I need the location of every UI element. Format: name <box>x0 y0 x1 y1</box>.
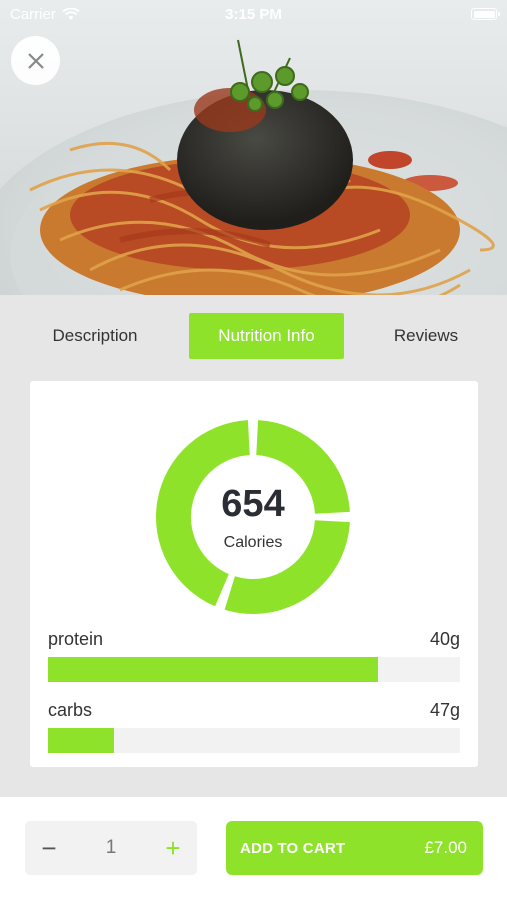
tab-description[interactable]: Description <box>38 313 152 359</box>
close-button[interactable] <box>11 36 60 85</box>
hero-food-image <box>0 0 507 295</box>
add-to-cart-button[interactable]: ADD TO CART £7.00 <box>226 821 483 875</box>
tab-bar: Description Nutrition Info Reviews <box>0 313 507 359</box>
calories-value: 654 <box>221 483 285 525</box>
price-label: £7.00 <box>424 838 467 857</box>
minus-icon[interactable]: − <box>31 821 67 875</box>
close-icon <box>27 52 44 69</box>
nutrient-progress-track <box>48 657 460 682</box>
quantity-value: 1 <box>105 837 117 858</box>
nutrient-name: protein <box>48 629 104 649</box>
bottom-order-bar: − 1 + ADD TO CART £7.00 <box>0 797 507 900</box>
nutrient-name: carbs <box>48 700 93 720</box>
battery-icon <box>471 8 500 20</box>
add-to-cart-label: ADD TO CART <box>240 839 346 857</box>
status-time: 3:15 PM <box>225 5 282 23</box>
nutrient-progress-fill <box>48 657 378 682</box>
nutrition-card: 654 Calories protein 40g carbs 47g <box>30 381 478 767</box>
nutrient-progress-track <box>48 728 460 753</box>
food-photo <box>0 39 507 295</box>
calories-label: Calories <box>223 534 283 551</box>
quantity-stepper: − 1 + <box>25 821 197 875</box>
tab-nutrition-info[interactable]: Nutrition Info <box>189 313 344 359</box>
plus-icon[interactable]: + <box>155 821 191 875</box>
nutrient-progress-fill <box>48 728 114 753</box>
tab-reviews[interactable]: Reviews <box>383 313 469 359</box>
status-bar: Carrier 3:15 PM <box>0 0 507 28</box>
nutrient-carbs: carbs 47g <box>48 700 460 753</box>
nutrient-protein: protein 40g <box>48 629 460 682</box>
nutrient-amount: 47g <box>429 700 460 720</box>
nutrient-amount: 40g <box>429 629 460 649</box>
